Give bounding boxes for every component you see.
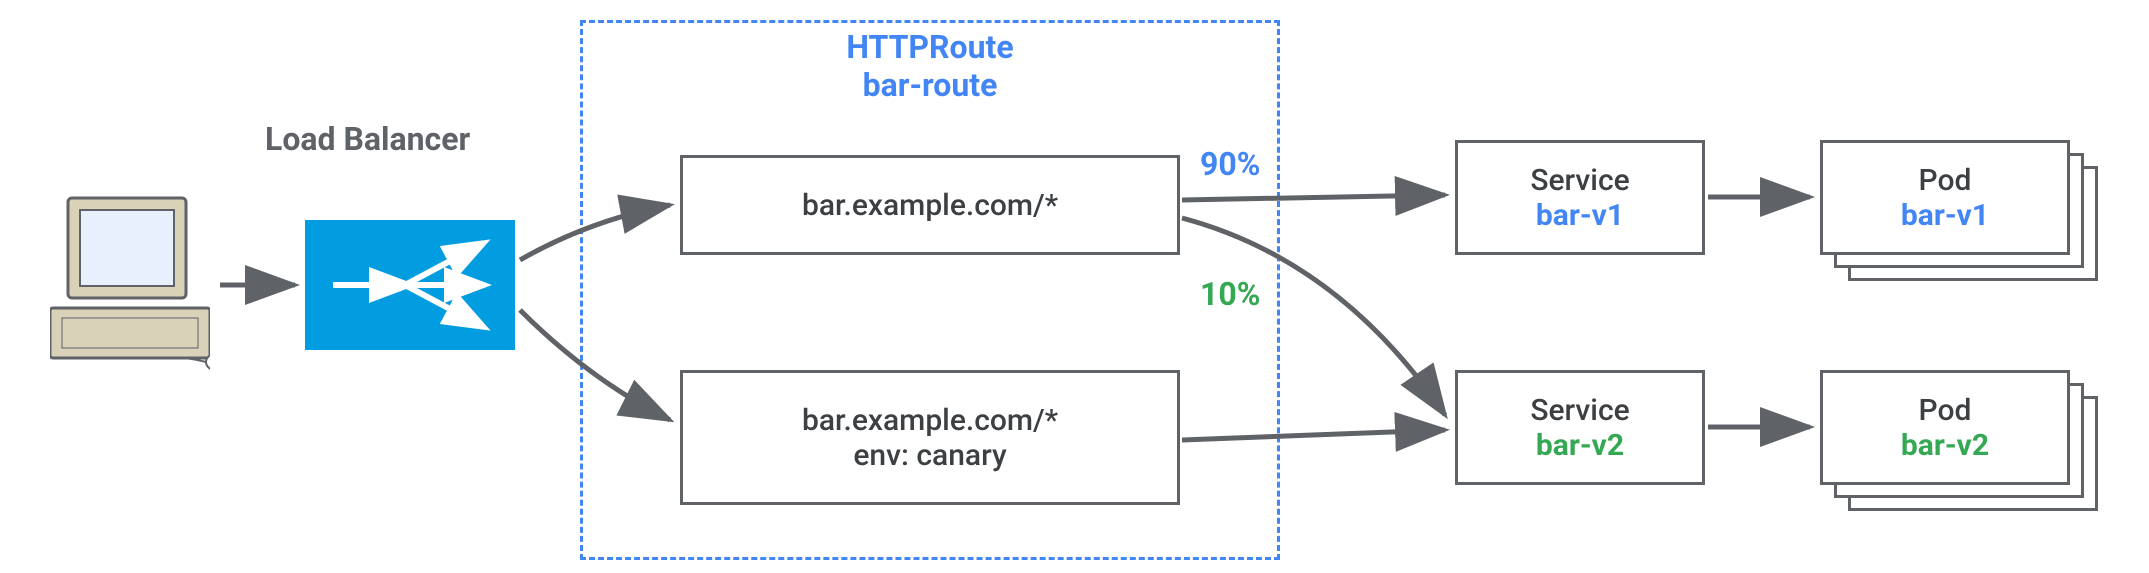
load-balancer-title: Load Balancer bbox=[265, 120, 470, 158]
computer-icon bbox=[50, 190, 210, 380]
httproute-title: HTTPRoute bbox=[580, 28, 1280, 66]
pod-v1-label: Pod bbox=[1919, 163, 1972, 198]
service-v2: Service bar-v2 bbox=[1455, 370, 1705, 485]
weight-v2: 10% bbox=[1200, 275, 1260, 313]
pod-v2-label: Pod bbox=[1919, 393, 1972, 428]
weight-v1: 90% bbox=[1200, 145, 1260, 183]
service-v1-name: bar-v1 bbox=[1536, 198, 1624, 233]
route-rule-2-match: bar.example.com/* bbox=[802, 403, 1058, 438]
service-v1: Service bar-v1 bbox=[1455, 140, 1705, 255]
httproute-name: bar-route bbox=[580, 66, 1280, 104]
pod-v1-name: bar-v1 bbox=[1901, 198, 1989, 233]
route-rule-1: bar.example.com/* bbox=[680, 155, 1180, 255]
route-rule-2-env: env: canary bbox=[853, 438, 1006, 473]
route-rule-2: bar.example.com/* env: canary bbox=[680, 370, 1180, 505]
pod-v1: Pod bar-v1 bbox=[1820, 140, 2070, 255]
httproute-title-block: HTTPRoute bar-route bbox=[580, 28, 1280, 104]
pod-v2-name: bar-v2 bbox=[1901, 428, 1989, 463]
route-rule-1-match: bar.example.com/* bbox=[802, 188, 1058, 223]
service-v2-label: Service bbox=[1530, 393, 1629, 428]
pod-v2: Pod bar-v2 bbox=[1820, 370, 2070, 485]
service-v1-label: Service bbox=[1530, 163, 1629, 198]
service-v2-name: bar-v2 bbox=[1536, 428, 1624, 463]
load-balancer-icon bbox=[305, 220, 515, 350]
